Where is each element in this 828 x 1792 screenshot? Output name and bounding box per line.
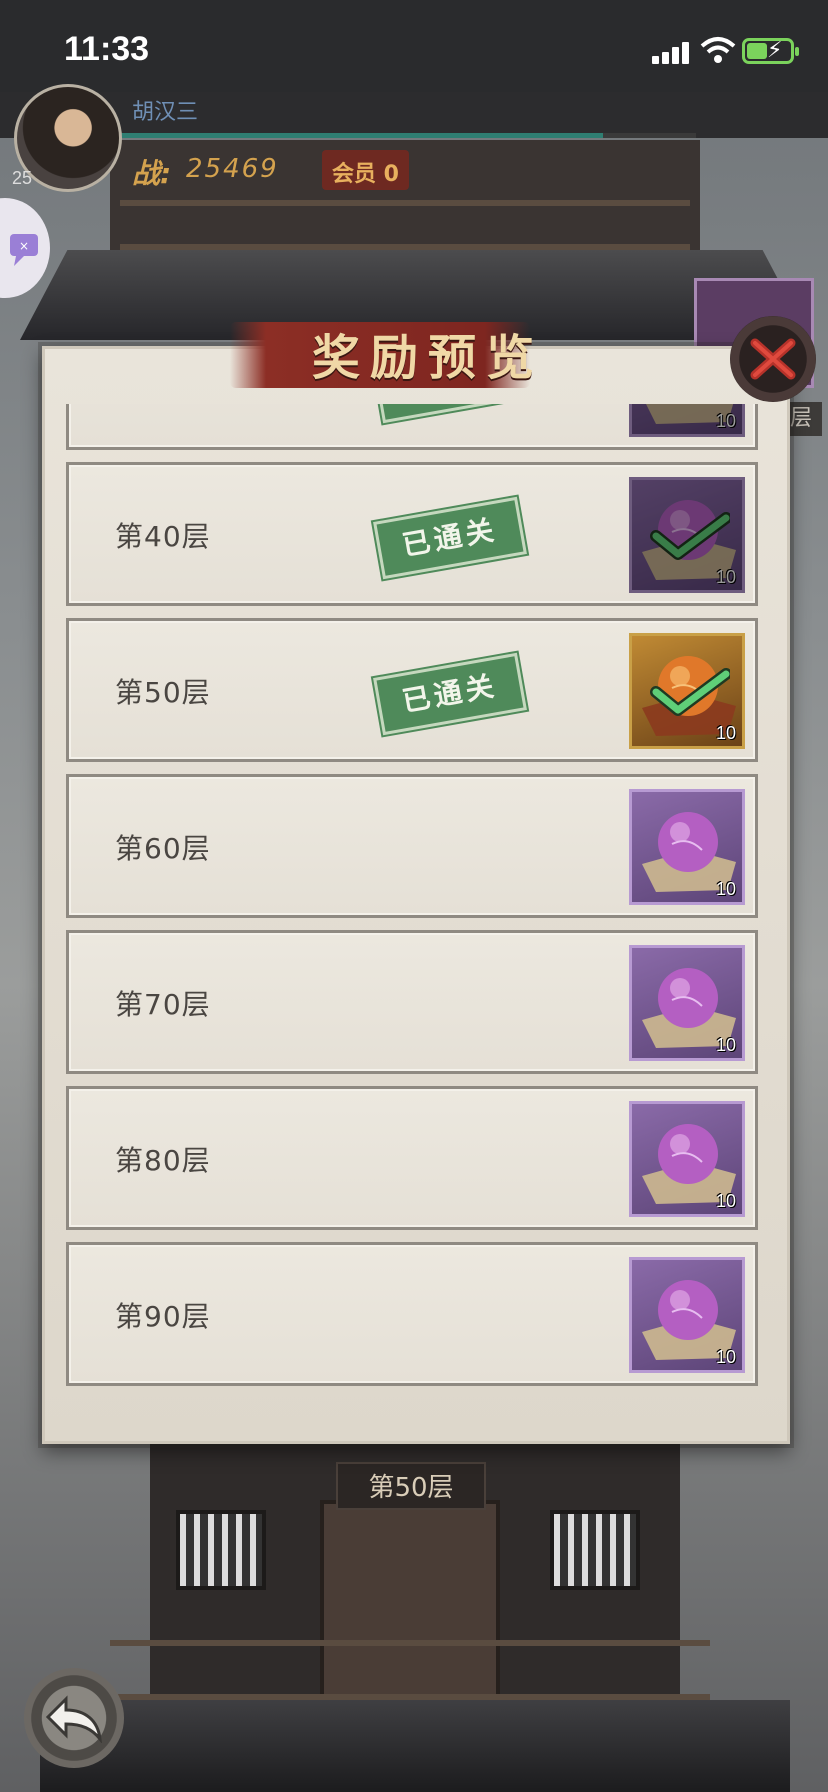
reward-list-content: 第30层 已通关 10 第40层 已通关 10 第50层 已通关 — [66, 404, 766, 1398]
floor-label: 第70层 — [115, 988, 211, 1021]
floor-label: 第80层 — [115, 1144, 211, 1177]
reward-item[interactable]: 10 — [629, 945, 745, 1061]
back-button[interactable] — [24, 1668, 124, 1768]
floor-label: 第50层 — [115, 676, 211, 709]
reward-row: 第60层 10 — [66, 774, 758, 918]
dialog-title: 奖励预览 — [312, 330, 545, 386]
experience-bar — [116, 133, 696, 138]
reward-count: 10 — [715, 411, 736, 431]
player-header-bar — [0, 92, 828, 138]
tower-window-left — [176, 1510, 266, 1590]
combat-power-value: 25469 — [186, 154, 279, 184]
wifi-icon — [700, 37, 736, 63]
chat-icon: × — [10, 234, 38, 266]
floor-label: 第90层 — [115, 1300, 211, 1333]
reward-count: 10 — [715, 879, 736, 899]
reward-count: 10 — [715, 723, 736, 743]
check-icon — [650, 512, 730, 560]
reward-list[interactable]: 第30层 已通关 10 第40层 已通关 10 第50层 已通关 — [66, 404, 766, 1428]
status-time: 11:33 — [64, 30, 150, 68]
combat-power-label: 战: — [132, 157, 172, 190]
cellular-signal-icon — [652, 42, 692, 64]
reward-row: 第70层 10 — [66, 930, 758, 1074]
reward-count: 10 — [715, 1035, 736, 1055]
player-level: 25 — [12, 168, 33, 188]
chat-side-tab[interactable]: × — [0, 198, 50, 298]
vip-badge[interactable]: 会员 0 — [322, 150, 409, 190]
reward-item[interactable]: 10 — [629, 404, 745, 437]
svg-text:×: × — [19, 239, 29, 253]
battery-icon: ⚡ — [742, 38, 799, 64]
cleared-stamp: 已通关 — [373, 496, 527, 580]
reward-item[interactable]: 10 — [629, 633, 745, 749]
reward-row: 第50层 已通关 10 — [66, 618, 758, 762]
reward-item[interactable]: 10 — [629, 789, 745, 905]
status-bar: 11:33 ⚡ — [0, 0, 828, 92]
reward-item[interactable]: 10 — [629, 1257, 745, 1373]
reward-row: 第30层 已通关 10 — [66, 404, 758, 450]
experience-bar-fill — [116, 133, 604, 138]
floor-label: 第60层 — [115, 832, 211, 865]
tower-lower-roof — [40, 1700, 790, 1792]
reward-count: 10 — [715, 1347, 736, 1367]
close-button[interactable] — [730, 316, 816, 402]
floor-label: 第40层 — [115, 520, 211, 553]
tower-lower-railing — [110, 1640, 710, 1700]
cleared-stamp: 已通关 — [373, 404, 527, 424]
reward-item[interactable]: 10 — [629, 1101, 745, 1217]
check-icon — [650, 668, 730, 716]
back-arrow-icon — [45, 1695, 102, 1743]
player-name: 胡汉三 — [132, 100, 199, 125]
reward-row: 第80层 10 — [66, 1086, 758, 1230]
reward-row: 第90层 10 — [66, 1242, 758, 1386]
reward-item[interactable]: 10 — [629, 477, 745, 593]
tower-window-right — [550, 1510, 640, 1590]
tower-upper-railing — [120, 200, 690, 250]
cleared-stamp: 已通关 — [373, 652, 527, 736]
reward-count: 10 — [715, 567, 736, 587]
reward-row: 第40层 已通关 10 — [66, 462, 758, 606]
close-icon — [750, 338, 796, 380]
reward-count: 10 — [715, 1191, 736, 1211]
current-floor-sign: 第50层 — [336, 1462, 486, 1510]
